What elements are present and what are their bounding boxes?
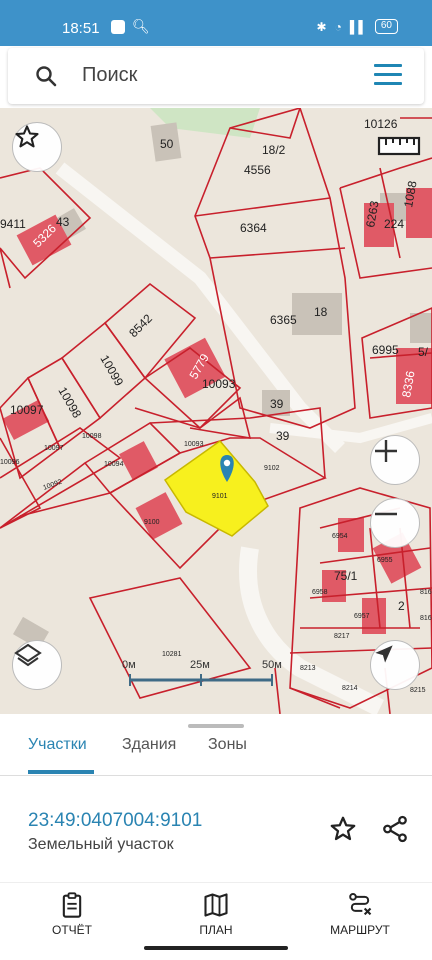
- map-label: 224: [384, 217, 404, 231]
- map-label: 18: [314, 305, 328, 319]
- map-label: 75/1: [334, 569, 358, 583]
- building: [135, 492, 183, 540]
- map-label: 9102: [264, 465, 280, 472]
- ruler-button[interactable]: [374, 128, 424, 164]
- map-label: 8217: [334, 633, 350, 640]
- nav-route[interactable]: МАРШРУТ: [310, 891, 410, 937]
- map-label: 6954: [332, 533, 348, 540]
- cadastral-map[interactable]: 50 18/2 4556 6364 9411 5326 43 6263 224 …: [0, 108, 432, 714]
- map-label: 8213: [300, 665, 316, 672]
- map-label: 8214: [342, 685, 358, 692]
- map-label: 18/2: [262, 143, 286, 157]
- app-notification-icon: [111, 20, 125, 34]
- share-button[interactable]: [380, 814, 410, 844]
- map-label: 5/: [418, 345, 429, 359]
- nav-report-label: ОТЧЁТ: [51, 923, 92, 937]
- signal-icon: ▌▌: [349, 19, 367, 34]
- parcel-type-label: Земельный участок: [28, 836, 174, 853]
- map-label: 8542: [126, 311, 155, 340]
- map-label: 10096: [0, 459, 20, 466]
- search-icon[interactable]: [34, 64, 58, 88]
- building: [119, 441, 158, 481]
- plus-icon: [375, 440, 397, 462]
- zoom-out-button[interactable]: [370, 498, 420, 548]
- map-label: 816: [420, 615, 432, 622]
- map-label: 10094: [104, 461, 124, 468]
- parcel-cadastral-number[interactable]: 23:49:0407004:9101: [28, 810, 202, 832]
- map-label: 9101: [212, 493, 228, 500]
- scale-label: 25м: [190, 659, 210, 671]
- map-label: 6958: [312, 589, 328, 596]
- my-location-button[interactable]: [370, 640, 420, 690]
- map-label: 10098: [55, 385, 84, 421]
- search-input[interactable]: Поиск: [82, 64, 137, 87]
- map-label: 8215: [410, 687, 426, 694]
- layers-icon: [14, 643, 42, 667]
- nav-route-label: МАРШРУТ: [330, 923, 390, 937]
- map-label: 9411: [0, 217, 26, 231]
- map-label: 39: [276, 429, 290, 443]
- nav-plan[interactable]: ПЛАН: [166, 891, 266, 937]
- map-label: 6364: [240, 221, 267, 235]
- zoom-in-button[interactable]: [370, 435, 420, 485]
- ruler-icon: [377, 136, 421, 156]
- map-label: 39: [270, 397, 284, 411]
- tab-zones[interactable]: Зоны: [208, 736, 247, 754]
- tab-buildings[interactable]: Здания: [122, 736, 176, 754]
- status-bar: 18:51 🔍︎ ✱ ◔ ▌▌ 60: [0, 0, 432, 46]
- map-label: 10097: [44, 445, 64, 452]
- nav-report[interactable]: ОТЧЁТ: [22, 891, 122, 937]
- map-label: 10093: [184, 441, 204, 448]
- tab-parcels[interactable]: Участки: [28, 736, 87, 754]
- share-icon: [383, 815, 407, 843]
- nav-plan-label: ПЛАН: [199, 923, 233, 937]
- map-label: 6995: [372, 343, 399, 357]
- wifi-icon: ◔: [334, 19, 342, 34]
- search-bar[interactable]: Поиск: [8, 48, 424, 104]
- menu-icon[interactable]: [374, 64, 402, 86]
- map-label: 10098: [82, 433, 102, 440]
- map-label: 816: [420, 589, 432, 596]
- status-time: 18:51: [62, 20, 100, 37]
- gesture-bar: [144, 946, 288, 950]
- building: [410, 313, 432, 343]
- map-label: 10099: [97, 353, 126, 389]
- scale-label: 0м: [122, 659, 136, 671]
- map-label: 10092: [42, 479, 63, 492]
- bluetooth-icon: ✱: [316, 19, 327, 34]
- layers-button[interactable]: [12, 640, 62, 690]
- map-label: 6957: [354, 613, 370, 620]
- favorite-button[interactable]: [328, 814, 358, 844]
- active-tab-indicator: [28, 770, 94, 774]
- map-canvas[interactable]: 50 18/2 4556 6364 9411 5326 43 6263 224 …: [0, 108, 432, 714]
- scale-bar: 0м 25м 50м: [122, 659, 282, 686]
- tab-bar: Участки Здания Зоны: [0, 728, 432, 776]
- map-label: 9100: [144, 519, 160, 526]
- scale-label: 50м: [262, 659, 282, 671]
- star-icon: [15, 125, 39, 148]
- map-label: 50: [160, 137, 174, 151]
- minus-icon: [375, 512, 397, 516]
- favorite-map-button[interactable]: [12, 122, 62, 172]
- star-icon: [330, 816, 356, 841]
- battery-icon: 60: [374, 19, 398, 34]
- route-icon: [349, 893, 372, 916]
- map-label: 4556: [244, 163, 271, 177]
- map-label: 10097: [10, 403, 44, 417]
- map-label: 6955: [377, 557, 393, 564]
- map-label: 6365: [270, 313, 297, 327]
- search-notification-icon: 🔍︎: [132, 18, 150, 34]
- map-icon: [204, 893, 228, 917]
- navigation-arrow-icon: [375, 645, 393, 663]
- map-label: 43: [56, 215, 70, 229]
- clipboard-icon: [62, 892, 82, 918]
- status-icons: ✱ ◔ ▌▌ 60: [317, 19, 398, 34]
- map-label: 10093: [202, 377, 236, 391]
- map-label: 2: [398, 599, 405, 613]
- road: [269, 413, 432, 444]
- map-label: 10281: [162, 651, 182, 658]
